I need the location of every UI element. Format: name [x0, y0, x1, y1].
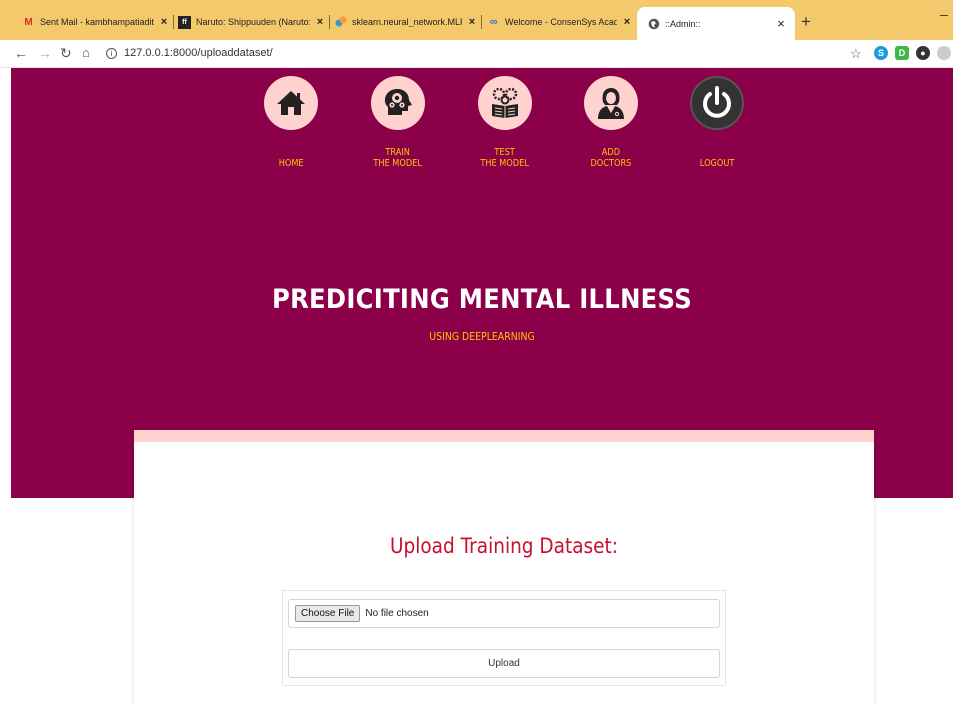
- nav-item-test[interactable]: TEST THE MODEL: [460, 76, 550, 169]
- url-field[interactable]: i 127.0.0.1:8000/uploaddataset/: [106, 47, 273, 59]
- nav-label-line2: THE MODEL: [480, 158, 530, 169]
- nav-item-train[interactable]: TRAIN THE MODEL: [353, 76, 443, 169]
- hero-subtitle: USING DEEPLEARNING: [429, 330, 535, 343]
- nav-label-line1: TRAIN: [385, 147, 411, 158]
- browser-address-bar: ← → ↻ ⌂ i 127.0.0.1:8000/uploaddataset/ …: [0, 40, 953, 68]
- home-icon[interactable]: [264, 76, 318, 130]
- d-extension-icon[interactable]: D: [895, 46, 909, 60]
- bookmark-star-icon[interactable]: ☆: [850, 46, 862, 62]
- tab-gmail[interactable]: M Sent Mail - kambhampatiadityal ×: [22, 11, 170, 33]
- close-tab-icon[interactable]: ×: [158, 16, 170, 28]
- globe-icon: [647, 17, 660, 30]
- doctor-icon[interactable]: [584, 76, 638, 130]
- nav-item-home[interactable]: HOME: [246, 76, 336, 169]
- nav-label-line1: TEST: [494, 147, 516, 158]
- brain-gears-icon[interactable]: [371, 76, 425, 130]
- ghost-extension-icon[interactable]: ●: [916, 46, 930, 60]
- upload-title: Upload Training Dataset:: [389, 534, 619, 558]
- close-tab-icon[interactable]: ×: [621, 16, 633, 28]
- tab-admin-active[interactable]: ::Admin:: ×: [637, 7, 795, 40]
- nav-label[interactable]: TRAIN THE MODEL: [374, 147, 423, 169]
- tab-naruto[interactable]: ff Naruto: Shippuuden (Naruto: Shi ×: [178, 11, 326, 33]
- nav-item-add-doctors[interactable]: ADD DOCTORS: [566, 76, 656, 169]
- browser-tab-bar: M Sent Mail - kambhampatiadityal × ff Na…: [0, 0, 953, 40]
- tab-sklearn[interactable]: sklearn.neural_network.MLPClass ×: [334, 11, 478, 33]
- skype-extension-icon[interactable]: S: [874, 46, 888, 60]
- hero-title: PREDICITING MENTAL ILLNESS: [271, 284, 692, 315]
- upload-form: Choose File No file chosen Upload: [282, 590, 726, 686]
- window-minimize-button[interactable]: –: [940, 6, 948, 22]
- nav-label-line2: DOCTORS: [590, 158, 632, 169]
- tab-consensys[interactable]: ∞ Welcome - ConsenSys Academy ×: [487, 11, 633, 33]
- close-tab-icon[interactable]: ×: [775, 16, 787, 31]
- tab-title: Naruto: Shippuuden (Naruto: Shi: [196, 17, 310, 27]
- nav-label[interactable]: HOME: [279, 147, 304, 169]
- upload-card: Upload Training Dataset: Choose File No …: [134, 430, 874, 704]
- page-root: M Sent Mail - kambhampatiadityal × ff Na…: [0, 0, 953, 704]
- back-arrow-icon[interactable]: ←: [14, 45, 28, 61]
- forward-arrow-icon[interactable]: →: [38, 45, 52, 61]
- nav-label-line2: LOGOUT: [699, 158, 735, 169]
- nav-label-line2: THE MODEL: [373, 158, 423, 169]
- upload-button[interactable]: Upload: [288, 649, 720, 678]
- sklearn-icon: [334, 16, 347, 29]
- tab-title: Welcome - ConsenSys Academy: [505, 17, 617, 27]
- no-file-chosen-text: No file chosen: [365, 608, 429, 619]
- close-tab-icon[interactable]: ×: [314, 16, 326, 28]
- profile-extension-icon[interactable]: [937, 46, 951, 60]
- tab-title: sklearn.neural_network.MLPClass: [352, 17, 462, 27]
- info-icon[interactable]: i: [106, 47, 117, 59]
- nav-label[interactable]: TEST THE MODEL: [481, 147, 530, 169]
- choose-file-button[interactable]: Choose File: [295, 605, 361, 622]
- tab-separator: [329, 15, 330, 29]
- home-browser-icon[interactable]: ⌂: [82, 45, 90, 60]
- gmail-icon: M: [24, 16, 33, 28]
- tab-separator: [481, 15, 482, 29]
- nav-label[interactable]: LOGOUT: [700, 147, 735, 169]
- tab-title: Sent Mail - kambhampatiadityal: [40, 17, 154, 27]
- consensys-icon: ∞: [489, 16, 498, 28]
- nav-label-line2: HOME: [278, 158, 304, 169]
- tab-separator: [173, 15, 174, 29]
- close-tab-icon[interactable]: ×: [466, 16, 478, 28]
- tab-title: ::Admin::: [665, 18, 701, 29]
- file-input[interactable]: Choose File No file chosen: [288, 599, 720, 628]
- book-gears-icon[interactable]: [478, 76, 532, 130]
- reload-icon[interactable]: ↻: [60, 45, 72, 62]
- nav-item-logout[interactable]: LOGOUT: [672, 76, 762, 169]
- power-icon[interactable]: [690, 76, 744, 130]
- card-top-strip: [134, 430, 874, 442]
- new-tab-button[interactable]: +: [801, 12, 811, 32]
- nav-label[interactable]: ADD DOCTORS: [591, 147, 632, 169]
- anime-icon: ff: [178, 15, 191, 29]
- url-text: 127.0.0.1:8000/uploaddataset/: [124, 47, 273, 59]
- nav-label-line1: ADD: [601, 147, 621, 158]
